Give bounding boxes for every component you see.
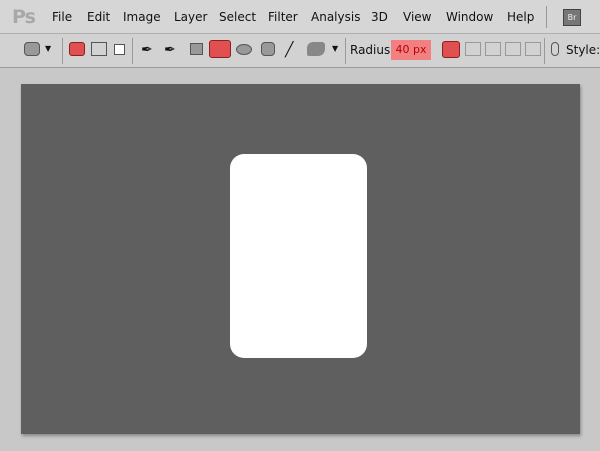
menu-window[interactable]: Window <box>446 10 493 24</box>
intersect-shape-icon[interactable] <box>505 42 521 56</box>
add-to-shape-icon[interactable] <box>465 42 481 56</box>
menu-layer[interactable]: Layer <box>174 10 207 24</box>
menu-analysis[interactable]: Analysis <box>311 10 360 24</box>
style-label: Style: <box>566 43 600 57</box>
freeform-pen-icon[interactable]: ✒ <box>164 42 180 58</box>
divider <box>132 38 133 64</box>
rounded-rectangle-shape[interactable] <box>230 154 367 358</box>
menu-file[interactable]: File <box>52 10 72 24</box>
menu-help[interactable]: Help <box>507 10 534 24</box>
subtract-shape-icon[interactable] <box>485 42 501 56</box>
menu-select[interactable]: Select <box>219 10 256 24</box>
photoshop-logo: Ps <box>12 6 36 28</box>
menu-bar: Ps File Edit Image Layer Select Filter A… <box>0 0 600 34</box>
new-shape-layer-icon[interactable] <box>442 41 460 58</box>
menu-3d[interactable]: 3D <box>371 10 388 24</box>
ellipse-icon[interactable] <box>236 44 252 55</box>
menu-filter[interactable]: Filter <box>268 10 298 24</box>
radius-input[interactable]: 40 px <box>391 40 431 60</box>
exclude-shape-icon[interactable] <box>525 42 541 56</box>
divider <box>62 38 63 64</box>
menu-edit[interactable]: Edit <box>87 10 110 24</box>
chevron-down-icon[interactable]: ▼ <box>45 44 61 58</box>
fill-pixels-icon[interactable] <box>114 44 125 55</box>
pen-icon[interactable]: ✒ <box>141 42 157 58</box>
paths-icon[interactable] <box>91 42 107 56</box>
shape-layers-icon[interactable] <box>69 42 85 56</box>
custom-shape-icon[interactable] <box>307 42 325 56</box>
document-canvas[interactable] <box>21 84 580 434</box>
bridge-button[interactable]: Br <box>563 9 581 26</box>
divider <box>345 38 346 64</box>
rounded-rectangle-icon[interactable] <box>209 40 231 58</box>
rectangle-icon[interactable] <box>190 43 203 55</box>
polygon-icon[interactable] <box>261 42 275 56</box>
link-icon[interactable] <box>551 42 559 56</box>
radius-label: Radius: <box>350 43 395 57</box>
divider <box>544 38 545 64</box>
tool-preset-icon[interactable] <box>24 42 40 56</box>
line-icon[interactable]: ╱ <box>285 42 301 58</box>
menu-image[interactable]: Image <box>123 10 161 24</box>
menu-view[interactable]: View <box>403 10 431 24</box>
divider <box>546 6 547 28</box>
